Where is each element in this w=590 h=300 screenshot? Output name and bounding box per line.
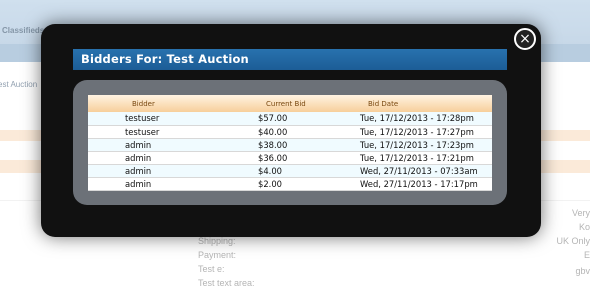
bid-date-cell: Tue, 17/12/2013 - 17:23pm — [360, 138, 492, 152]
bidder-cell: admin — [88, 177, 258, 191]
table-row: admin $36.00 Tue, 17/12/2013 - 17:21pm — [88, 151, 492, 165]
bid-date-cell: Tue, 17/12/2013 - 17:27pm — [360, 125, 492, 139]
bid-date-cell: Tue, 17/12/2013 - 17:28pm — [360, 112, 492, 126]
bidder-cell: testuser — [88, 125, 258, 139]
bid-cell: $38.00 — [258, 138, 360, 152]
table-row: testuser $57.00 Tue, 17/12/2013 - 17:28p… — [88, 112, 492, 126]
bid-date-cell: Tue, 17/12/2013 - 17:21pm — [360, 151, 492, 165]
bidder-cell: admin — [88, 138, 258, 152]
bidders-table: Bidder Current Bid Bid Date testuser $57… — [88, 95, 492, 191]
modal-title: Bidders For: Test Auction — [81, 52, 249, 66]
table-row: testuser $40.00 Tue, 17/12/2013 - 17:27p… — [88, 125, 492, 139]
bidder-cell: admin — [88, 164, 258, 178]
table-header-row: Bidder Current Bid Bid Date — [88, 95, 492, 112]
column-header-bid-date: Bid Date — [360, 95, 492, 112]
bidder-cell: admin — [88, 151, 258, 165]
bid-cell: $4.00 — [258, 164, 360, 178]
bid-cell: $36.00 — [258, 151, 360, 165]
table-row: admin $4.00 Wed, 27/11/2013 - 07:33am — [88, 164, 492, 178]
table-row: admin $38.00 Tue, 17/12/2013 - 17:23pm — [88, 138, 492, 152]
bid-cell: $40.00 — [258, 125, 360, 139]
modal-title-bar: Bidders For: Test Auction — [73, 49, 507, 70]
column-header-bidder: Bidder — [88, 95, 258, 112]
table-row: admin $2.00 Wed, 27/11/2013 - 17:17pm — [88, 177, 492, 191]
bid-cell: $57.00 — [258, 112, 360, 126]
bid-cell: $2.00 — [258, 177, 360, 191]
column-header-current-bid: Current Bid — [258, 95, 360, 112]
close-icon[interactable]: × — [514, 28, 536, 50]
bidder-cell: testuser — [88, 112, 258, 126]
bid-date-cell: Wed, 27/11/2013 - 07:33am — [360, 164, 492, 178]
bid-date-cell: Wed, 27/11/2013 - 17:17pm — [360, 177, 492, 191]
